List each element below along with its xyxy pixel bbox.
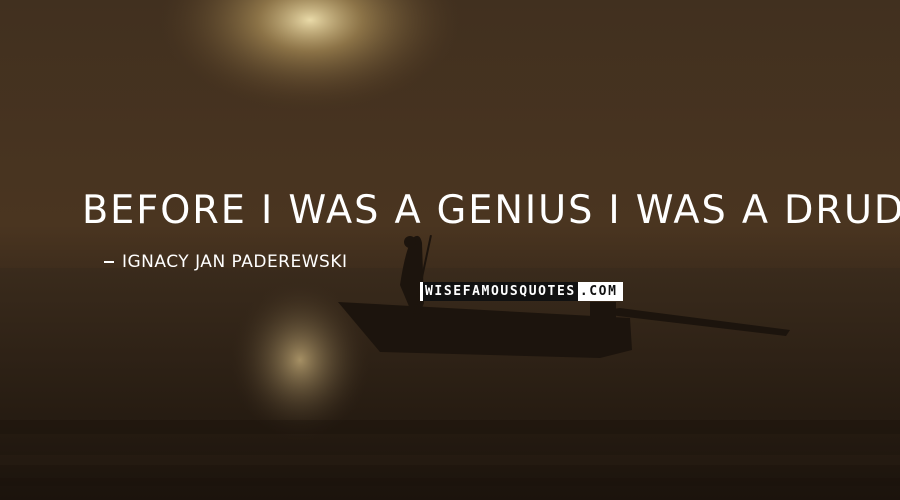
quote-image: BEFORE I WAS A GENIUS I WAS A DRUDGE. IG… [0, 0, 900, 500]
sunset-sea-photo [0, 0, 900, 500]
quote-text: BEFORE I WAS A GENIUS I WAS A DRUDGE. [82, 188, 900, 233]
watermark-light: .COM [579, 284, 618, 299]
watermark-dark: WISEFAMOUSQUOTES [423, 282, 578, 301]
author-name: IGNACY JAN PADEREWSKI [122, 252, 348, 272]
quote-author: IGNACY JAN PADEREWSKI [104, 252, 348, 272]
sea [0, 268, 900, 500]
watermark: WISEFAMOUSQUOTES .COM [420, 282, 623, 301]
dash-icon [104, 261, 114, 263]
